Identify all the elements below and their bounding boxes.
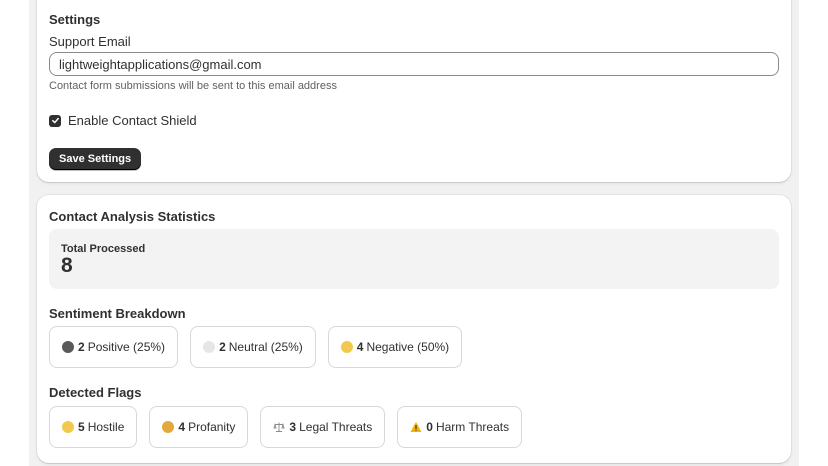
statistics-title: Contact Analysis Statistics <box>49 209 216 224</box>
save-settings-button[interactable]: Save Settings <box>49 148 142 170</box>
flag-label: Hostile <box>87 420 125 434</box>
sentiment-count: 2 <box>219 340 226 354</box>
negative-face-icon <box>340 341 353 353</box>
sentiment-chip-positive: 2 Positive (25%) <box>49 326 179 368</box>
contact-shield-toggle[interactable]: Enable Contact Shield <box>49 113 197 128</box>
flag-chip-hostile: 5 Hostile <box>49 406 138 448</box>
detected-flags-title: Detected Flags <box>49 385 142 400</box>
sentiment-count: 4 <box>356 340 364 354</box>
sentiment-count: 2 <box>78 340 85 354</box>
flag-label: Harm Threats <box>435 420 510 434</box>
flag-count: 3 <box>289 420 297 434</box>
neutral-face-icon <box>203 341 216 353</box>
sentiment-chip-row: 2 Positive (25%) 2 Neutral (25%) 4 Negat… <box>49 326 474 368</box>
flag-label: Legal Threats <box>299 420 373 434</box>
settings-title: Settings <box>49 12 101 27</box>
flags-chip-row: 5 Hostile 4 Profanity 3 Legal Threats 0 … <box>49 406 534 448</box>
flag-chip-profanity: 4 Profanity <box>149 406 249 448</box>
flag-count: 4 <box>178 420 186 434</box>
sentiment-label: Negative (50%) <box>366 340 450 354</box>
sentiment-chip-negative: 4 Negative (50%) <box>327 326 463 368</box>
scales-icon <box>273 421 286 433</box>
sentiment-label: Positive (25%) <box>87 340 166 354</box>
support-email-label: Support Email <box>49 34 131 49</box>
statistics-card: Contact Analysis Statistics Total Proces… <box>37 195 791 463</box>
sentiment-chip-neutral: 2 Neutral (25%) <box>190 326 316 368</box>
flag-chip-legal-threats: 3 Legal Threats <box>260 406 386 448</box>
profanity-face-icon <box>162 421 175 433</box>
sentiment-label: Neutral (25%) <box>228 340 303 354</box>
flag-count: 5 <box>78 420 85 434</box>
total-processed-box: Total Processed 8 <box>49 229 779 289</box>
support-email-help: Contact form submissions will be sent to… <box>49 80 337 92</box>
support-email-input[interactable] <box>49 52 779 76</box>
hostile-face-icon <box>62 421 74 433</box>
settings-card: Settings Support Email Contact form subm… <box>37 0 791 182</box>
contact-shield-label: Enable Contact Shield <box>68 113 197 128</box>
sentiment-breakdown-title: Sentiment Breakdown <box>49 306 186 321</box>
total-processed-value: 8 <box>61 254 73 277</box>
positive-face-icon <box>62 341 74 353</box>
total-processed-label: Total Processed <box>61 243 146 255</box>
warning-icon <box>410 421 422 433</box>
flag-label: Profanity <box>188 420 236 434</box>
checkbox-checked-icon[interactable] <box>49 114 61 127</box>
flag-count: 0 <box>426 420 433 434</box>
flag-chip-harm-threats: 0 Harm Threats <box>397 406 523 448</box>
